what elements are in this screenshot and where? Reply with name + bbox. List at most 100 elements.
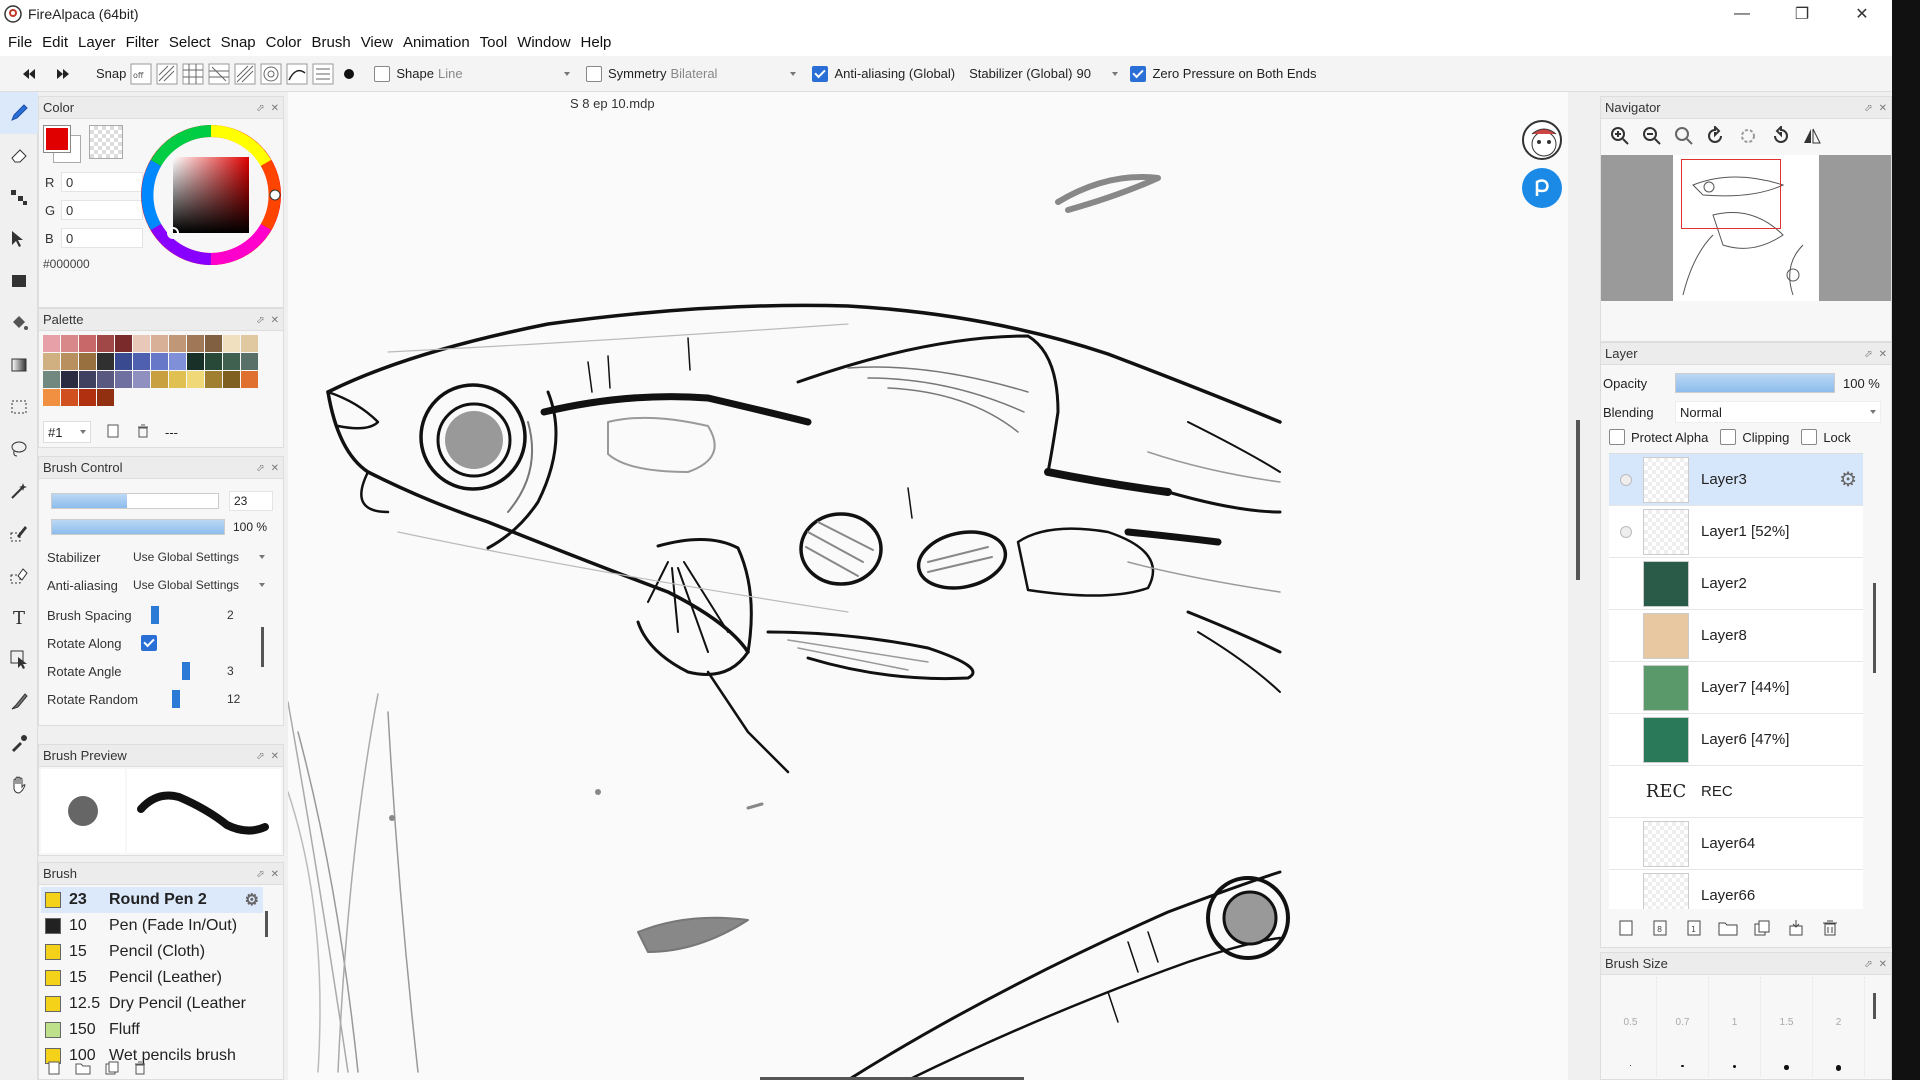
- minimize-button[interactable]: —: [1712, 0, 1772, 28]
- layer-visibility-toggle[interactable]: [1609, 454, 1643, 506]
- brush-item[interactable]: 15 Pencil (Leather): [41, 965, 263, 991]
- new-1bit-layer-icon[interactable]: 1: [1683, 917, 1705, 939]
- palette-swatch[interactable]: [223, 335, 240, 352]
- close-icon[interactable]: ✕: [1879, 103, 1887, 114]
- gradient-tool-button[interactable]: [0, 344, 38, 386]
- color-wheel[interactable]: [137, 121, 285, 269]
- palette-swatch[interactable]: [151, 353, 168, 370]
- palette-swatch[interactable]: [43, 371, 60, 388]
- close-icon[interactable]: ✕: [271, 869, 279, 880]
- brush-size-preset[interactable]: 0.7: [1657, 977, 1709, 1077]
- layer-visibility-toggle[interactable]: [1609, 506, 1643, 558]
- brush-size-preset[interactable]: 1.5: [1761, 977, 1813, 1077]
- snap-crisscross-icon[interactable]: [208, 63, 230, 85]
- rotate-reset-icon[interactable]: [1737, 125, 1759, 147]
- layer-row[interactable]: Layer7 [44%]: [1609, 662, 1863, 714]
- palette-swatch[interactable]: [43, 353, 60, 370]
- b-input[interactable]: 0: [61, 228, 143, 248]
- palette-swatch[interactable]: [187, 371, 204, 388]
- new-palette-icon[interactable]: [105, 423, 121, 442]
- zero-pressure-checkbox[interactable]: [1130, 65, 1147, 82]
- layer-row[interactable]: Layer3 ⚙: [1609, 454, 1863, 506]
- brush-item[interactable]: 10 Pen (Fade In/Out): [41, 913, 263, 939]
- undock-icon[interactable]: ⬀: [256, 463, 264, 474]
- snap-settings-icon[interactable]: [312, 63, 334, 85]
- move-tool-button[interactable]: [0, 218, 38, 260]
- palette-swatch[interactable]: [151, 335, 168, 352]
- palette-swatch[interactable]: [61, 389, 78, 406]
- rotate-left-icon[interactable]: [1705, 125, 1727, 147]
- undock-icon[interactable]: ⬀: [256, 103, 264, 114]
- menu-animation[interactable]: Animation: [399, 34, 474, 51]
- undock-icon[interactable]: ⬀: [256, 751, 264, 762]
- r-input[interactable]: 0: [61, 172, 143, 192]
- alpaca-mascot-icon[interactable]: [1522, 120, 1562, 160]
- antialias-checkbox[interactable]: [812, 65, 829, 82]
- clipping-checkbox[interactable]: [1720, 429, 1737, 445]
- hue-picker-icon[interactable]: [269, 189, 281, 201]
- trash-icon[interactable]: [1819, 917, 1841, 939]
- layer-visibility-toggle[interactable]: [1609, 610, 1643, 662]
- brush-item[interactable]: 12.5 Dry Pencil (Leather: [41, 991, 263, 1017]
- layer-list-scrollbar[interactable]: [1873, 583, 1876, 673]
- hex-value[interactable]: #000000: [43, 257, 90, 271]
- snap-grid-icon[interactable]: [182, 63, 204, 85]
- menu-brush[interactable]: Brush: [308, 34, 355, 51]
- select-eraser-tool-button[interactable]: [0, 554, 38, 596]
- palette-swatch[interactable]: [79, 335, 96, 352]
- undo-icon[interactable]: [18, 63, 40, 85]
- layer-visibility-toggle[interactable]: [1609, 558, 1643, 610]
- antialias-select[interactable]: Use Global Settings: [129, 574, 269, 596]
- gear-icon[interactable]: ⚙: [1839, 467, 1857, 492]
- brush-size-slider[interactable]: [51, 493, 219, 509]
- palette-swatch[interactable]: [241, 335, 258, 352]
- menu-select[interactable]: Select: [165, 34, 215, 51]
- undock-icon[interactable]: ⬀: [1864, 103, 1872, 114]
- palette-swatch[interactable]: [169, 371, 186, 388]
- rotate-random-slider[interactable]: [151, 690, 221, 708]
- close-icon[interactable]: ✕: [1879, 959, 1887, 970]
- brush-size-preset[interactable]: 0.5: [1605, 977, 1657, 1077]
- zoom-in-icon[interactable]: [1609, 125, 1631, 147]
- navigator-preview[interactable]: [1601, 155, 1891, 301]
- new-8bit-layer-icon[interactable]: 8: [1649, 917, 1671, 939]
- transparent-color-swatch[interactable]: [89, 125, 123, 159]
- text-tool-button[interactable]: T: [0, 596, 38, 638]
- spacing-handle[interactable]: [150, 606, 159, 624]
- select-pen-tool-button[interactable]: [0, 512, 38, 554]
- folder-icon[interactable]: [75, 1061, 91, 1078]
- palette-swatch[interactable]: [97, 335, 114, 352]
- menu-window[interactable]: Window: [513, 34, 574, 51]
- palette-swatch[interactable]: [115, 371, 132, 388]
- palette-set-select[interactable]: #1: [43, 421, 91, 443]
- gear-icon[interactable]: ⚙: [245, 890, 259, 910]
- palette-swatch[interactable]: [205, 371, 222, 388]
- symmetry-select[interactable]: Bilateral: [666, 63, 800, 85]
- brush-item[interactable]: 23 Round Pen 2 ⚙: [41, 887, 263, 913]
- layer-visibility-toggle[interactable]: [1609, 662, 1643, 714]
- eraser-tool-button[interactable]: [0, 134, 38, 176]
- hand-tool-button[interactable]: [0, 764, 38, 806]
- menu-file[interactable]: File: [4, 34, 36, 51]
- palette-swatch[interactable]: [61, 335, 78, 352]
- navigator-viewport-frame[interactable]: [1681, 159, 1781, 229]
- palette-swatch[interactable]: [79, 371, 96, 388]
- rotate-angle-slider[interactable]: [151, 662, 221, 680]
- close-button[interactable]: ✕: [1832, 0, 1892, 28]
- palette-swatch[interactable]: [115, 335, 132, 352]
- layer-visibility-toggle[interactable]: [1609, 818, 1643, 870]
- palette-swatch[interactable]: [133, 335, 150, 352]
- palette-swatch[interactable]: [61, 353, 78, 370]
- magic-wand-tool-button[interactable]: [0, 470, 38, 512]
- layer-row[interactable]: Layer64: [1609, 818, 1863, 870]
- snap-parallel-icon[interactable]: [156, 63, 178, 85]
- palette-swatch[interactable]: [79, 389, 96, 406]
- brush-control-scrollbar[interactable]: [261, 627, 264, 667]
- brush-size-preset[interactable]: 2: [1813, 977, 1865, 1077]
- palette-swatch[interactable]: [79, 353, 96, 370]
- drawing-canvas[interactable]: S 8 ep 10.mdp: [288, 92, 1568, 1080]
- palette-swatch[interactable]: [205, 353, 222, 370]
- palette-swatch[interactable]: [43, 389, 60, 406]
- menu-edit[interactable]: Edit: [38, 34, 72, 51]
- zoom-out-icon[interactable]: [1641, 125, 1663, 147]
